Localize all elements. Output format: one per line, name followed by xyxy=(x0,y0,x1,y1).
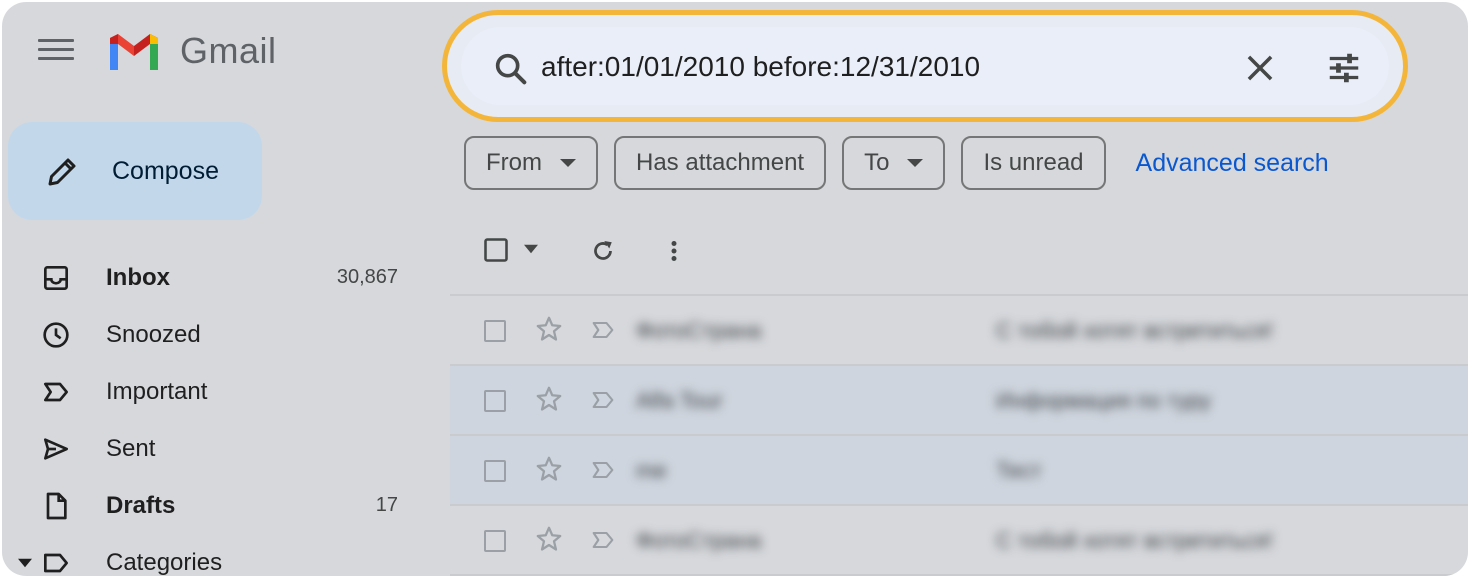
sidebar-item-label: Snoozed xyxy=(106,321,201,348)
search-icon[interactable] xyxy=(491,49,531,89)
row-checkbox[interactable] xyxy=(484,530,506,552)
row-checkbox[interactable] xyxy=(484,320,506,342)
sidebar-item-inbox[interactable]: Inbox 30,867 xyxy=(2,250,432,306)
sidebar-item-label: Inbox xyxy=(106,264,170,291)
select-menu-caret-icon[interactable] xyxy=(524,244,538,254)
important-marker-icon[interactable] xyxy=(588,456,618,484)
table-row[interactable]: me Тест xyxy=(450,436,1468,506)
inbox-icon xyxy=(44,266,68,290)
message-subject: С тобой хотят встретиться! xyxy=(996,318,1274,343)
draft-icon xyxy=(46,492,67,520)
caret-down-icon[interactable] xyxy=(18,557,32,569)
tune-icon[interactable] xyxy=(1325,49,1363,87)
hamburger-menu-icon xyxy=(38,39,74,42)
caret-down-icon xyxy=(560,159,576,167)
unread-count: 30,867 xyxy=(336,266,398,288)
draft-count: 17 xyxy=(375,494,398,516)
sidebar-item-label: Sent xyxy=(106,435,156,462)
search-bar[interactable] xyxy=(461,27,1389,105)
has-attachment-filter-chip[interactable]: Has attachment xyxy=(614,136,827,190)
sidebar-item-important[interactable]: Important xyxy=(2,364,432,420)
caret-down-icon xyxy=(907,159,924,167)
sidebar-item-categories[interactable]: Categories xyxy=(2,535,432,576)
message-sender: ФотоСтрана xyxy=(636,318,762,343)
sidebar-item-sent[interactable]: Sent xyxy=(2,421,432,477)
send-icon xyxy=(44,438,68,460)
compose-label: Compose xyxy=(112,157,219,185)
star-icon[interactable] xyxy=(534,314,564,344)
message-subject: С тобой хотят встретиться! xyxy=(996,528,1274,553)
star-icon[interactable] xyxy=(534,384,564,414)
message-sender: ФотоСтрана xyxy=(636,528,762,553)
compose-button[interactable]: Compose xyxy=(8,122,262,220)
pencil-icon xyxy=(48,158,76,186)
gmail-m-icon xyxy=(110,34,158,70)
search-bar-highlight xyxy=(442,10,1408,122)
important-marker-icon[interactable] xyxy=(588,526,618,554)
important-marker-icon[interactable] xyxy=(588,316,618,344)
row-checkbox[interactable] xyxy=(484,460,506,482)
search-filter-chips: From Has attachment To Is unread Advance… xyxy=(464,136,1329,190)
sidebar-item-label: Important xyxy=(106,378,208,405)
gmail-window: Gmail From xyxy=(2,2,1468,576)
message-sender: me xyxy=(636,458,667,483)
sidebar-item-snoozed[interactable]: Snoozed xyxy=(2,307,432,363)
important-icon xyxy=(44,382,68,402)
refresh-icon[interactable] xyxy=(588,236,618,266)
table-row[interactable]: Alfa Tour Информация по туру xyxy=(450,366,1468,436)
sidebar-item-label: Drafts xyxy=(106,492,176,519)
message-list: ФотоСтрана С тобой хотят встретиться! Al… xyxy=(450,222,1468,576)
label-icon xyxy=(44,553,68,573)
star-icon[interactable] xyxy=(534,454,564,484)
row-checkbox[interactable] xyxy=(484,390,506,412)
gmail-logo[interactable]: Gmail xyxy=(106,30,277,72)
table-row[interactable]: ФотоСтрана С тобой хотят встретиться! xyxy=(450,296,1468,366)
star-icon[interactable] xyxy=(534,524,564,554)
clock-icon xyxy=(43,322,69,348)
table-row[interactable]: ФотоСтрана С тобой хотят встретиться! xyxy=(450,506,1468,576)
is-unread-filter-chip[interactable]: Is unread xyxy=(961,136,1106,190)
close-icon[interactable] xyxy=(1241,49,1279,87)
from-filter-chip[interactable]: From xyxy=(464,136,598,190)
message-sender: Alfa Tour xyxy=(636,388,723,413)
sidebar-item-drafts[interactable]: Drafts 17 xyxy=(2,478,432,534)
to-filter-chip[interactable]: To xyxy=(842,136,946,190)
sidebar-item-label: Categories xyxy=(106,549,223,576)
gmail-logo-text: Gmail xyxy=(180,30,277,71)
select-all-checkbox[interactable] xyxy=(482,236,510,264)
important-marker-icon[interactable] xyxy=(588,386,618,414)
message-subject: Тест xyxy=(996,458,1042,483)
main-menu-button[interactable] xyxy=(38,36,74,66)
search-input[interactable] xyxy=(541,51,1141,83)
message-subject: Информация по туру xyxy=(996,388,1212,413)
advanced-search-link[interactable]: Advanced search xyxy=(1136,149,1329,178)
more-vert-icon[interactable] xyxy=(662,236,686,266)
